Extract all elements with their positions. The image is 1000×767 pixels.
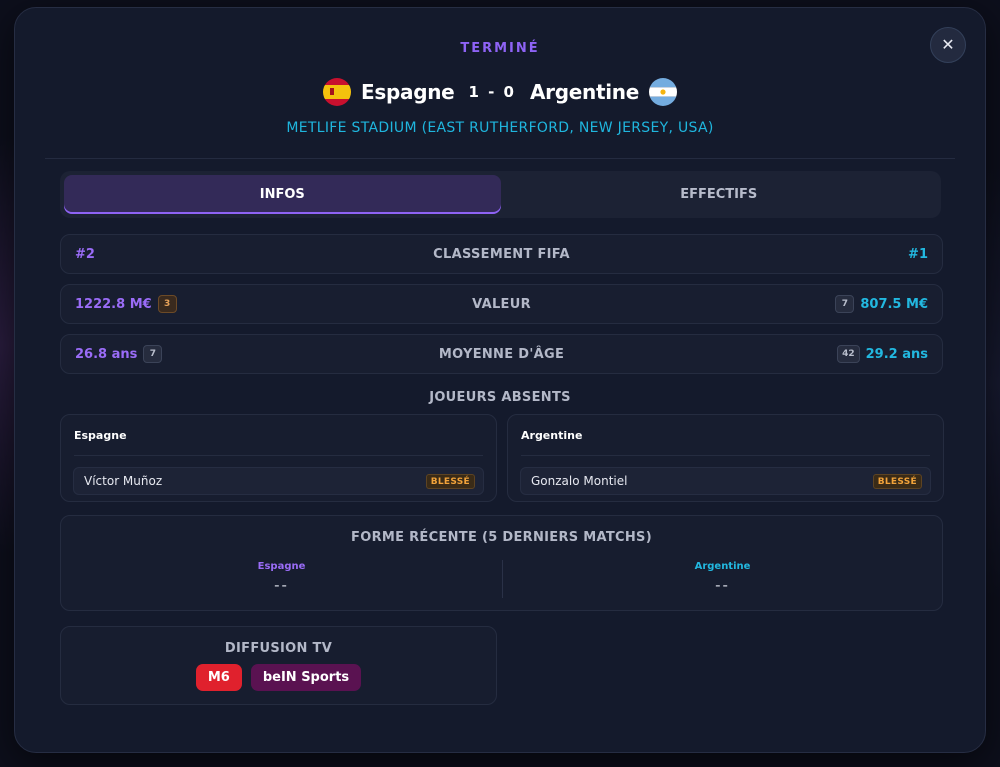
injury-status-badge: BLESSÉ	[425, 474, 475, 489]
away-form-value: --	[715, 576, 730, 594]
stat-label: MOYENNE D'ÂGE	[438, 346, 565, 362]
injury-status-badge: BLESSÉ	[872, 474, 922, 489]
stat-left-group: #2	[75, 235, 95, 273]
match-score: 1 - 0	[468, 83, 516, 101]
home-team-name: Espagne	[361, 80, 455, 104]
absent-players-title: JOUEURS ABSENTS	[429, 390, 571, 405]
header-divider	[45, 158, 955, 159]
tv-broadcast-title: DIFFUSION TV	[224, 641, 333, 656]
tab-bar: INFOS EFFECTIFS	[60, 171, 941, 218]
away-team-value: 807.5 M€	[860, 296, 928, 312]
home-form-column: Espagne --	[61, 561, 502, 594]
absent-player-row[interactable]: Gonzalo Montiel BLESSÉ	[520, 467, 931, 495]
stat-right-group: #1	[908, 235, 928, 273]
away-average-age: 29.2 ans	[865, 346, 928, 362]
absent-team-name: Argentine	[521, 429, 583, 442]
away-age-rank-badge: 42	[837, 345, 860, 363]
absent-player-row[interactable]: Víctor Muñoz BLESSÉ	[73, 467, 484, 495]
away-fifa-rank: #1	[908, 246, 928, 262]
match-header: Espagne 1 - 0 Argentine	[15, 76, 985, 108]
stat-label: CLASSEMENT FIFA	[433, 246, 570, 262]
channel-bein-sports[interactable]: beIN Sports	[250, 664, 362, 691]
spain-flag-icon	[323, 78, 352, 106]
absent-card-home: Espagne Víctor Muñoz BLESSÉ	[60, 414, 497, 502]
absent-team-name: Espagne	[74, 429, 127, 442]
home-age-rank-badge: 7	[143, 345, 163, 363]
home-form-value: --	[274, 576, 289, 594]
match-status: TERMINÉ	[460, 41, 540, 56]
tv-channel-list: M6 beIN Sports	[61, 664, 496, 691]
tab-infos[interactable]: INFOS	[64, 175, 501, 214]
stat-left-group: 1222.8 M€ 3	[75, 285, 177, 323]
player-name: Víctor Muñoz	[84, 474, 163, 488]
player-name: Gonzalo Montiel	[531, 474, 628, 488]
home-team-value: 1222.8 M€	[75, 296, 152, 312]
home-value-rank-badge: 3	[157, 295, 177, 313]
away-form-team: Argentine	[694, 561, 751, 572]
tv-broadcast-card: DIFFUSION TV M6 beIN Sports	[60, 626, 497, 705]
home-average-age: 26.8 ans	[75, 346, 138, 362]
venue: METLIFE STADIUM (EAST RUTHERFORD, NEW JE…	[286, 120, 714, 136]
argentina-flag-icon	[648, 78, 677, 106]
absent-card-away: Argentine Gonzalo Montiel BLESSÉ	[507, 414, 944, 502]
away-team-name: Argentine	[529, 80, 639, 104]
channel-m6[interactable]: M6	[195, 664, 242, 691]
stat-row-fifa-ranking: CLASSEMENT FIFA #2 #1	[60, 234, 943, 274]
home-fifa-rank: #2	[75, 246, 95, 262]
recent-form-card: FORME RÉCENTE (5 DERNIERS MATCHS) Espagn…	[60, 515, 943, 611]
tab-effectifs[interactable]: EFFECTIFS	[501, 175, 938, 214]
away-value-rank-badge: 7	[835, 295, 855, 313]
stat-label: VALEUR	[472, 296, 531, 312]
match-details-modal: ✕ TERMINÉ Espagne 1 - 0 Argentine METLIF…	[14, 7, 986, 753]
home-form-team: Espagne	[257, 561, 306, 572]
stat-right-group: 42 29.2 ans	[837, 335, 928, 373]
away-form-column: Argentine --	[502, 561, 943, 594]
stat-right-group: 7 807.5 M€	[835, 285, 928, 323]
stat-row-value: VALEUR 1222.8 M€ 3 7 807.5 M€	[60, 284, 943, 324]
card-divider	[74, 455, 483, 456]
stat-row-average-age: MOYENNE D'ÂGE 26.8 ans 7 42 29.2 ans	[60, 334, 943, 374]
recent-form-title: FORME RÉCENTE (5 DERNIERS MATCHS)	[351, 530, 652, 545]
stat-left-group: 26.8 ans 7	[75, 335, 163, 373]
card-divider	[521, 455, 930, 456]
